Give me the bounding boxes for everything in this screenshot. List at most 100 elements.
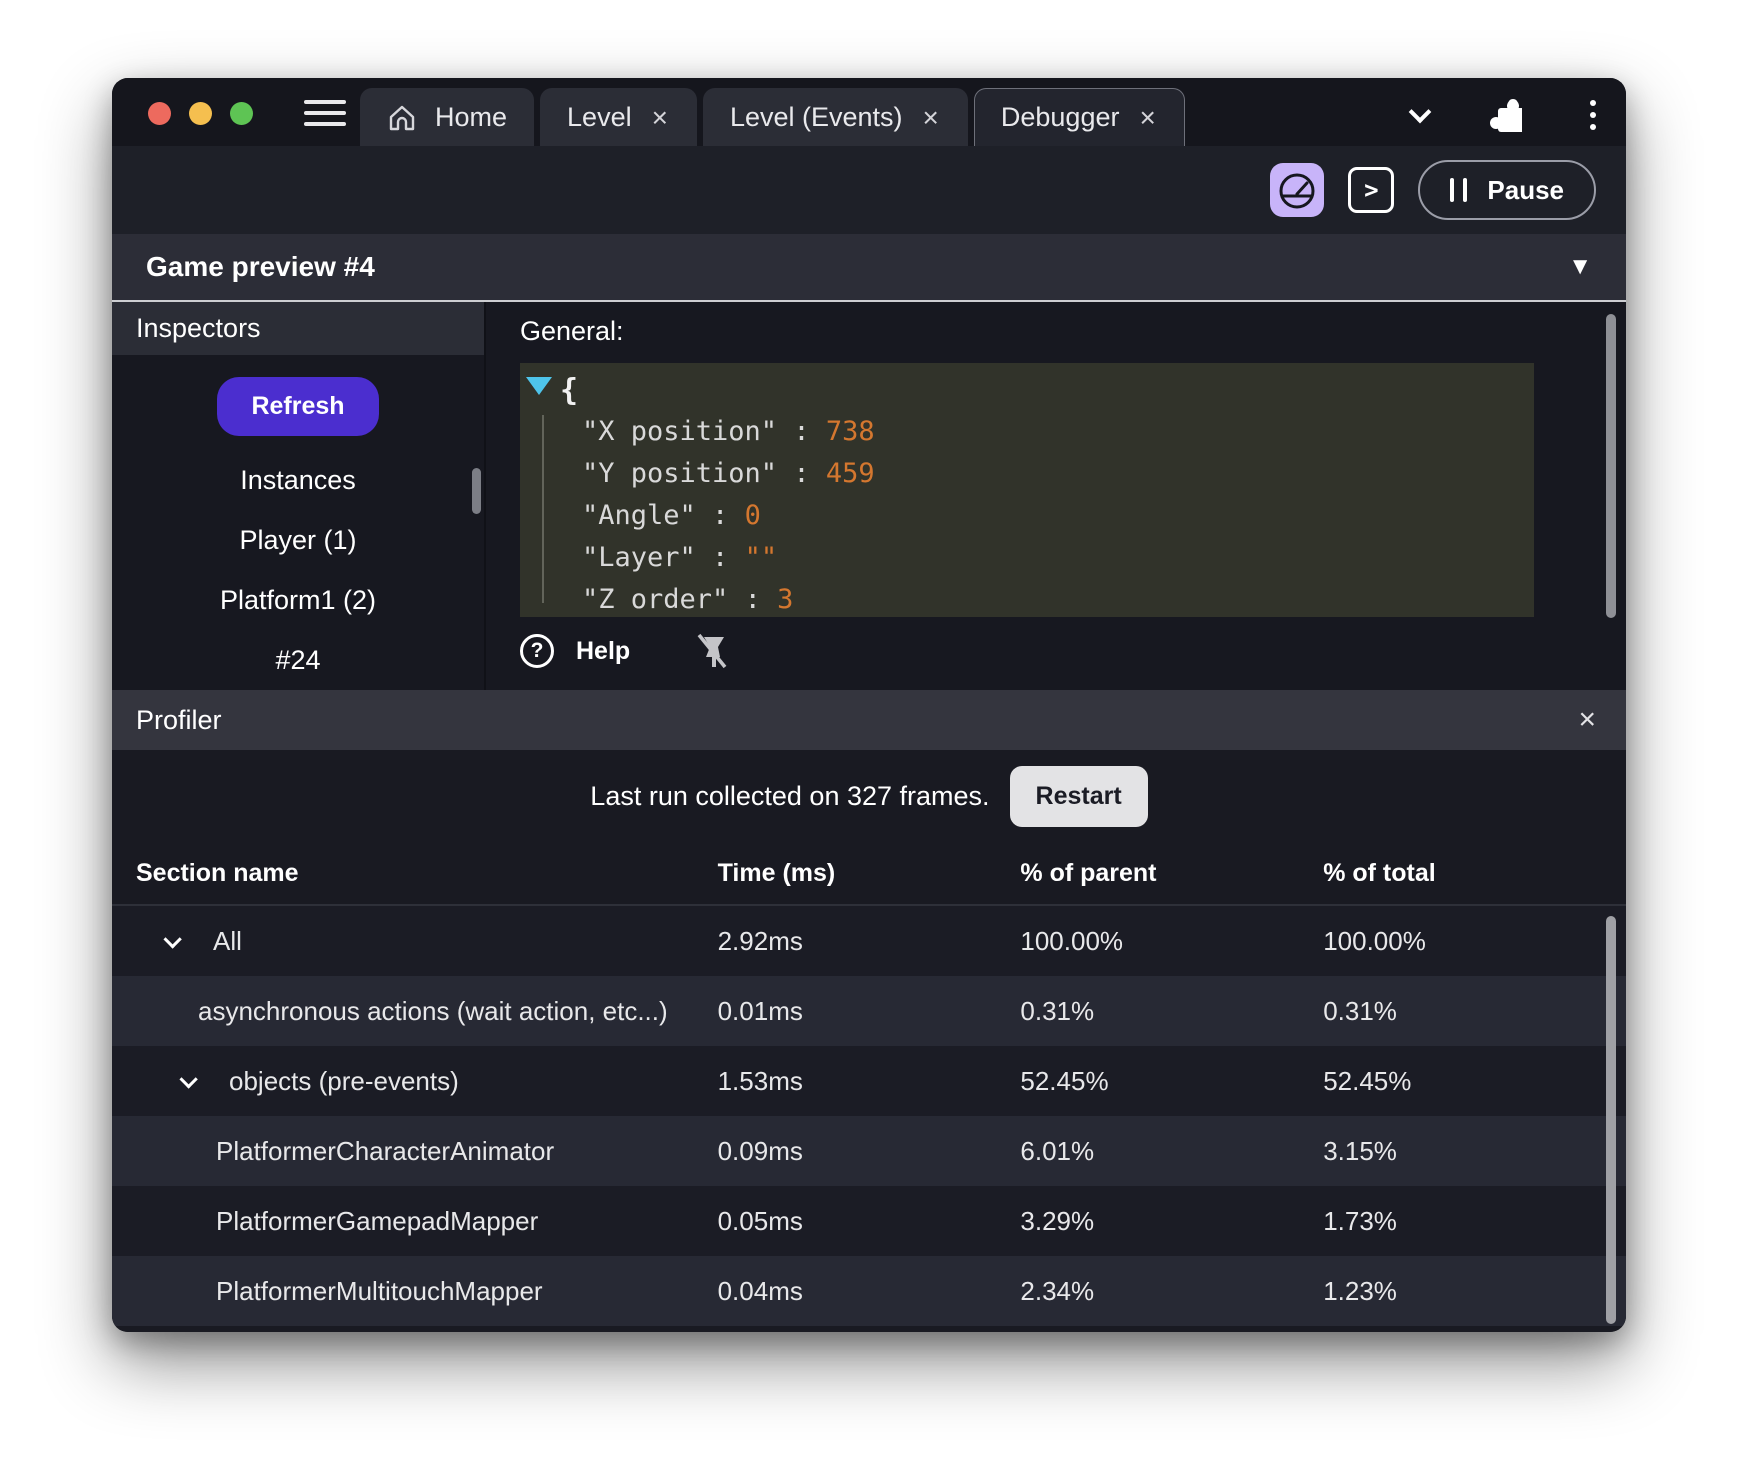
percent-parent-value: 0.31% [1020,995,1095,1026]
table-row[interactable]: objects (pre-events) 1.53ms 52.45% 52.45… [112,1046,1626,1116]
json-field-x-position: "X position" : 738 [582,416,875,447]
extensions-puzzle-icon[interactable] [1490,96,1528,134]
percent-parent-value: 100.00% [1020,925,1124,956]
percent-total-value: 0.31% [1323,995,1397,1026]
table-row[interactable]: PlatformerGamepadMapper 0.05ms 3.29% 1.7… [112,1186,1626,1256]
collapse-caret-icon[interactable]: ▼ [1568,253,1592,281]
close-window-button[interactable] [148,102,171,125]
home-icon [389,105,415,130]
tab-debugger[interactable]: Debugger × [973,88,1185,146]
percent-total-value: 1.23% [1323,1275,1397,1306]
debugger-main: Inspectors Refresh Instances Player (1) … [112,302,1626,690]
section-name: PlatformerMultitouchMapper [216,1275,543,1306]
percent-parent-value: 2.34% [1020,1275,1095,1306]
title-bar: Home Level × Level (Events) × Debugger × [112,78,1626,146]
close-icon[interactable]: × [1578,705,1596,735]
more-options-kebab-icon[interactable] [1590,100,1596,130]
close-icon[interactable]: × [650,103,670,132]
percent-total-value: 3.15% [1323,1135,1397,1166]
tab-label: Level (Events) [729,102,903,132]
percent-total-value: 1.73% [1323,1205,1397,1236]
chevron-down-icon[interactable] [179,1069,198,1089]
debugger-toolbar: > Pause [112,146,1626,234]
inspector-item-instances[interactable]: Instances [240,450,356,510]
time-value: 0.04ms [717,1275,803,1306]
inspectors-list: Refresh Instances Player (1) Platform1 (… [112,355,484,690]
json-open-brace: { [560,373,579,408]
time-value: 0.05ms [717,1205,803,1236]
tab-label: Level [567,102,632,132]
tab-home[interactable]: Home [360,88,535,146]
app-window: Home Level × Level (Events) × Debugger × [112,78,1626,1332]
help-question-icon[interactable]: ? [520,634,554,668]
general-title: General: [520,316,624,346]
section-name: PlatformerGamepadMapper [216,1205,539,1236]
json-field-y-position: "Y position" : 459 [582,458,875,489]
section-name: All [213,925,242,956]
inspectors-title: Inspectors [112,302,484,355]
json-field-layer: "Layer" : "" [582,542,778,573]
game-preview-title: Game preview #4 [146,251,375,282]
column-header-time: Time (ms) [717,858,836,887]
column-header-percent-parent: % of parent [1020,858,1157,887]
tab-label: Home [435,102,508,132]
percent-total-value: 100.00% [1323,925,1426,956]
tab-level-events[interactable]: Level (Events) × [702,88,968,146]
profiler-scrollbar-thumb[interactable] [1606,916,1616,1324]
collected-status-text: Last run collected on 327 frames. [590,780,990,811]
console-button[interactable]: > [1348,167,1395,213]
chevron-down-icon[interactable] [1408,100,1432,124]
tab-bar: Home Level × Level (Events) × Debugger × [360,88,1185,146]
minimize-window-button[interactable] [189,102,212,125]
gauge-icon [1279,173,1315,209]
profiler-header: Profiler × [112,690,1626,750]
section-name: objects (pre-events) [229,1065,459,1096]
column-header-section-name: Section name [136,858,299,887]
tab-label: Debugger [1000,102,1120,132]
collapse-triangle-icon[interactable] [526,377,552,395]
time-value: 0.01ms [717,995,803,1026]
pause-icon [1450,178,1468,202]
profiler-body: Last run collected on 327 frames. Restar… [112,750,1626,1332]
inspectors-scrollbar-thumb[interactable] [472,468,481,514]
chevron-down-icon[interactable] [163,929,182,949]
console-chevron-glyph: > [1364,176,1379,204]
percent-parent-value: 3.29% [1020,1205,1095,1236]
collected-row: Last run collected on 327 frames. Restar… [112,750,1626,842]
table-row[interactable]: All 2.92ms 100.00% 100.00% [112,906,1626,976]
percent-total-value: 52.45% [1323,1065,1412,1096]
time-value: 0.09ms [717,1135,803,1166]
percent-parent-value: 52.45% [1020,1065,1109,1096]
table-row[interactable]: asynchronous actions (wait action, etc..… [112,976,1626,1046]
json-field-angle: "Angle" : 0 [582,500,761,531]
pin-off-icon[interactable] [694,631,730,671]
help-row: ? Help [520,631,1626,671]
pause-label: Pause [1487,174,1564,205]
profiler-title: Profiler [136,704,222,735]
inspector-item-24[interactable]: #24 [275,630,320,690]
inspector-item-player[interactable]: Player (1) [239,510,356,570]
pause-button[interactable]: Pause [1418,160,1596,220]
refresh-button[interactable]: Refresh [217,377,379,436]
general-scrollbar-thumb[interactable] [1606,314,1616,618]
table-row[interactable]: PlatformerCharacterAnimator 0.09ms 6.01%… [112,1116,1626,1186]
restart-button[interactable]: Restart [1009,765,1148,827]
inspectors-panel: Inspectors Refresh Instances Player (1) … [112,302,486,690]
json-field-z-order: "Z order" : 3 [582,584,794,615]
close-icon[interactable]: × [921,103,941,132]
profiler-gauge-button[interactable] [1270,163,1325,217]
profiler-table-header: Section name Time (ms) % of parent % of … [112,842,1626,906]
help-label[interactable]: Help [576,637,630,666]
table-row[interactable]: PlatformerMultitouchMapper 0.04ms 2.34% … [112,1256,1626,1326]
close-icon[interactable]: × [1137,103,1157,132]
inspector-item-platform1[interactable]: Platform1 (2) [220,570,376,630]
titlebar-actions [1408,96,1596,134]
game-preview-header[interactable]: Game preview #4 ▼ [112,234,1626,302]
column-header-percent-total: % of total [1323,858,1436,887]
maximize-window-button[interactable] [230,102,253,125]
time-value: 1.53ms [717,1065,803,1096]
general-panel: General: { "X position" : 738 "Y positio… [486,302,1626,690]
menu-hamburger-icon[interactable] [304,100,346,126]
tab-level[interactable]: Level × [540,88,697,146]
indent-guide [542,415,544,603]
